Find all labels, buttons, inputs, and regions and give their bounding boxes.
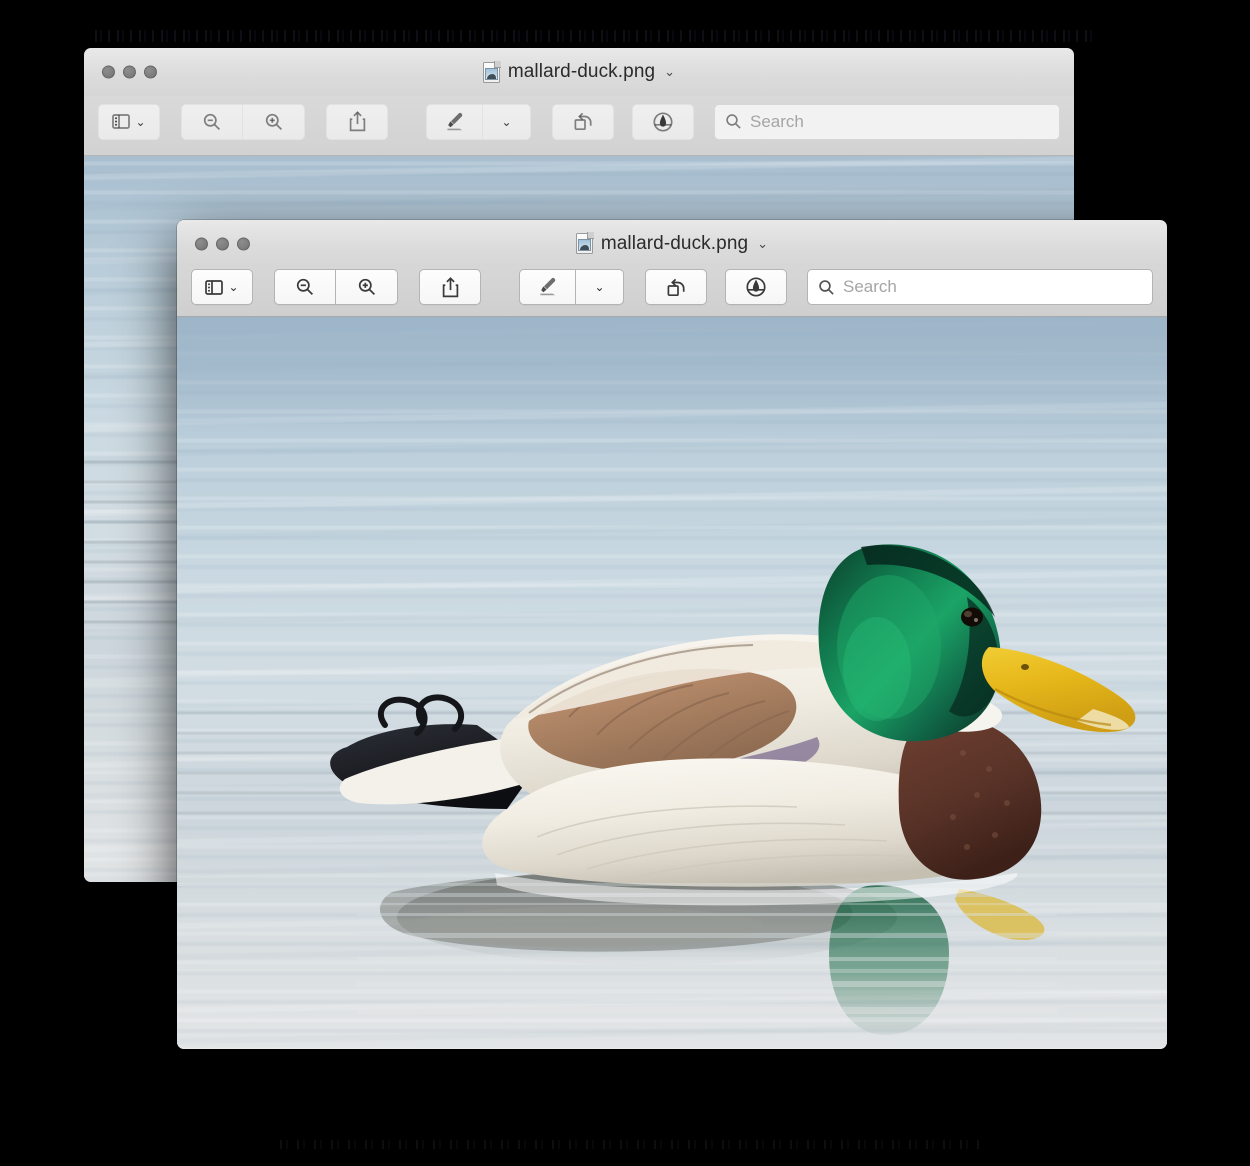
window-title-group: mallard-duck.png ⌄ (177, 232, 1167, 255)
zoom-in-button[interactable] (243, 103, 305, 140)
sidebar-button[interactable]: ⌄ (191, 269, 253, 305)
desktop-text-artifact (95, 30, 1095, 42)
share-icon (349, 111, 365, 132)
sidebar-icon (112, 114, 131, 129)
minimize-button-icon[interactable] (123, 65, 136, 79)
zoom-in-icon (358, 278, 375, 296)
zoom-out-button[interactable] (181, 103, 243, 140)
rotate-button[interactable] (645, 269, 707, 305)
search-icon (726, 114, 741, 129)
markup-pen-button[interactable] (426, 103, 483, 140)
sidebar-chevron-down-icon[interactable]: ⌄ (228, 280, 238, 294)
title-chevron-down-icon[interactable]: ⌄ (664, 64, 675, 80)
zoom-out-icon (296, 278, 314, 296)
close-button-icon[interactable] (102, 65, 115, 79)
search-placeholder: Search (843, 277, 897, 296)
zoom-segmented-control[interactable] (274, 269, 398, 305)
duck-body (330, 544, 1136, 906)
markup-pen-chevron-down-icon[interactable]: ⌄ (594, 280, 604, 294)
desktop: mallard-duck.png ⌄ ⌄ ⌄ Search mallard-du… (0, 0, 1250, 1166)
annotate-button[interactable] (725, 269, 787, 305)
traffic-lights[interactable] (195, 237, 250, 250)
search-field[interactable]: Search (807, 269, 1153, 305)
close-button-icon[interactable] (195, 237, 208, 250)
annotate-button[interactable] (632, 103, 694, 140)
zoom-segmented-control[interactable] (181, 103, 305, 140)
duck-illustration (177, 544, 1167, 1036)
sidebar-icon (205, 279, 224, 295)
zoom-out-button[interactable] (274, 269, 336, 305)
zoom-button-icon[interactable] (144, 65, 157, 79)
title-chevron-down-icon[interactable]: ⌄ (757, 236, 768, 252)
foreground-window-toolbar[interactable]: ⌄ ⌄ Search (177, 267, 1167, 317)
png-document-icon (575, 232, 594, 254)
markup-nib-icon (746, 277, 766, 297)
zoom-in-icon (265, 113, 282, 130)
foreground-window-titlebar[interactable]: mallard-duck.png ⌄ (177, 220, 1167, 267)
markup-pen-segmented-control[interactable]: ⌄ (519, 269, 624, 305)
markup-nib-icon (653, 111, 673, 132)
window-title: mallard-duck.png (600, 232, 749, 254)
markup-pen-options-button[interactable]: ⌄ (483, 103, 531, 140)
foreground-window-image-area[interactable] (177, 317, 1167, 1049)
zoom-button-icon[interactable] (237, 237, 250, 250)
minimize-button-icon[interactable] (216, 237, 229, 250)
search-icon (819, 279, 834, 295)
sidebar-button[interactable]: ⌄ (98, 103, 160, 140)
window-title-group: mallard-duck.png ⌄ (84, 60, 1074, 83)
share-button[interactable] (419, 269, 481, 305)
rotate-left-icon (667, 278, 685, 296)
search-placeholder: Search (750, 111, 804, 131)
markup-pen-options-button[interactable]: ⌄ (576, 269, 624, 305)
share-icon (442, 276, 458, 297)
share-button[interactable] (326, 103, 388, 140)
window-title: mallard-duck.png (507, 61, 656, 82)
markup-pen-segmented-control[interactable]: ⌄ (426, 103, 531, 140)
sidebar-chevron-down-icon[interactable]: ⌄ (135, 115, 145, 129)
highlighter-pen-icon (539, 277, 555, 296)
background-window-toolbar[interactable]: ⌄ ⌄ Search (84, 96, 1074, 156)
highlighter-pen-icon (446, 112, 462, 130)
markup-pen-chevron-down-icon[interactable]: ⌄ (501, 115, 511, 129)
rotate-left-icon (574, 112, 592, 131)
rotate-button[interactable] (552, 103, 614, 140)
png-document-icon (482, 60, 501, 83)
zoom-out-icon (203, 113, 221, 130)
foreground-window[interactable]: mallard-duck.png ⌄ ⌄ ⌄ Search (177, 220, 1167, 1049)
traffic-lights[interactable] (102, 65, 157, 79)
search-field[interactable]: Search (714, 103, 1060, 140)
markup-pen-button[interactable] (519, 269, 576, 305)
zoom-in-button[interactable] (336, 269, 398, 305)
desktop-text-artifact-2 (280, 1140, 980, 1149)
mallard-duck-photo (177, 317, 1167, 1049)
background-window-titlebar[interactable]: mallard-duck.png ⌄ (84, 48, 1074, 96)
